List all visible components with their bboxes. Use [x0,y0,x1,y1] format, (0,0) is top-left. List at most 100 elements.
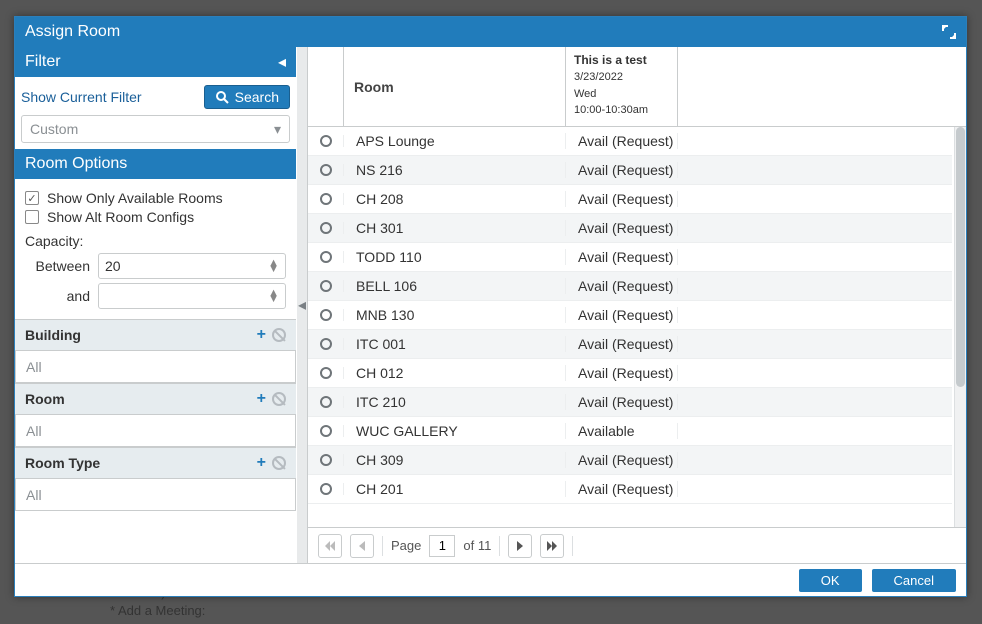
room-cell: CH 208 [344,191,566,207]
table-row[interactable]: APS LoungeAvail (Request) [308,127,952,156]
next-page-button[interactable] [508,534,532,558]
exclude-icon[interactable] [272,456,286,470]
room-cell: CH 012 [344,365,566,381]
modal-titlebar: Assign Room [15,17,966,47]
availability-cell: Avail (Request) [566,394,678,410]
row-radio[interactable] [308,425,344,437]
row-radio[interactable] [308,193,344,205]
page-number-input[interactable] [429,535,455,557]
room-column-header[interactable]: Room [344,47,566,126]
extra-column-header [678,47,966,126]
table-row[interactable]: CH 012Avail (Request) [308,359,952,388]
availability-cell: Avail (Request) [566,191,678,207]
row-radio[interactable] [308,135,344,147]
room-cell: NS 216 [344,162,566,178]
room-type-filter-input[interactable]: All [15,479,296,511]
show-only-available-label: Show Only Available Rooms [47,190,223,206]
capacity-min-input[interactable]: 20 ▲▼ [98,253,286,279]
prev-page-button[interactable] [350,534,374,558]
page-label: Page [391,538,421,553]
row-radio[interactable] [308,251,344,263]
collapse-left-icon[interactable]: ◂ [278,52,286,72]
table-row[interactable]: CH 309Avail (Request) [308,446,952,475]
scrollbar-thumb[interactable] [956,127,965,387]
table-row[interactable]: NS 216Avail (Request) [308,156,952,185]
meeting-column-header[interactable]: This is a test 3/23/2022 Wed 10:00-10:30… [566,47,678,126]
table-row[interactable]: CH 201Avail (Request) [308,475,952,504]
row-radio[interactable] [308,483,344,495]
add-icon[interactable]: + [257,326,266,344]
show-alt-configs-checkbox[interactable] [25,210,39,224]
spinner-icon[interactable]: ▲▼ [268,260,279,272]
spinner-icon[interactable]: ▲▼ [268,290,279,302]
room-filter-header[interactable]: Room + [15,383,296,415]
row-radio[interactable] [308,454,344,466]
modal-footer: OK Cancel [15,563,966,596]
table-row[interactable]: WUC GALLERYAvailable [308,417,952,446]
filter-panel: Filter ◂ Show Current Filter Search Cust… [15,47,297,563]
filter-header[interactable]: Filter ◂ [15,47,296,77]
table-row[interactable]: TODD 110Avail (Request) [308,243,952,272]
room-cell: WUC GALLERY [344,423,566,439]
row-radio[interactable] [308,164,344,176]
availability-cell: Available [566,423,678,439]
vertical-scrollbar[interactable] [954,127,966,527]
availability-cell: Avail (Request) [566,481,678,497]
add-icon[interactable]: + [257,454,266,472]
table-row[interactable]: ITC 210Avail (Request) [308,388,952,417]
last-page-button[interactable] [540,534,564,558]
add-icon[interactable]: + [257,390,266,408]
show-only-available-checkbox[interactable]: ✓ [25,191,39,205]
filter-preset-select[interactable]: Custom ▾ [21,115,290,143]
search-button[interactable]: Search [204,85,290,109]
availability-cell: Avail (Request) [566,278,678,294]
room-cell: TODD 110 [344,249,566,265]
room-cell: BELL 106 [344,278,566,294]
room-cell: ITC 210 [344,394,566,410]
room-filter-input[interactable]: All [15,415,296,447]
show-current-filter-link[interactable]: Show Current Filter [21,89,142,105]
between-label: Between [25,258,90,274]
table-row[interactable]: MNB 130Avail (Request) [308,301,952,330]
row-radio[interactable] [308,309,344,321]
availability-cell: Avail (Request) [566,452,678,468]
ok-button[interactable]: OK [799,569,862,592]
cancel-button[interactable]: Cancel [872,569,956,592]
room-options-header[interactable]: Room Options [15,149,296,179]
availability-cell: Avail (Request) [566,336,678,352]
availability-cell: Avail (Request) [566,162,678,178]
chevron-down-icon: ▾ [274,121,281,138]
room-cell: APS Lounge [344,133,566,149]
modal-title: Assign Room [25,23,120,41]
collapse-panel-handle[interactable]: ◂ [297,47,308,563]
building-filter-header[interactable]: Building + [15,319,296,351]
assign-room-modal: Assign Room Filter ◂ Show Current Filter… [14,16,967,597]
table-row[interactable]: ITC 001Avail (Request) [308,330,952,359]
and-label: and [25,288,90,304]
expand-icon[interactable] [942,25,956,39]
room-cell: MNB 130 [344,307,566,323]
table-row[interactable]: BELL 106Avail (Request) [308,272,952,301]
room-cell: CH 301 [344,220,566,236]
table-row[interactable]: CH 208Avail (Request) [308,185,952,214]
availability-cell: Avail (Request) [566,307,678,323]
table-row[interactable]: CH 301Avail (Request) [308,214,952,243]
row-radio[interactable] [308,367,344,379]
row-radio[interactable] [308,338,344,350]
grid-pager: Page of 11 [308,528,966,563]
capacity-max-input[interactable]: ▲▼ [98,283,286,309]
first-page-button[interactable] [318,534,342,558]
row-radio[interactable] [308,280,344,292]
room-grid-body: APS LoungeAvail (Request)NS 216Avail (Re… [308,127,952,527]
building-filter-input[interactable]: All [15,351,296,383]
page-total-label: of 11 [463,538,491,553]
room-cell: CH 201 [344,481,566,497]
exclude-icon[interactable] [272,392,286,406]
room-type-filter-header[interactable]: Room Type + [15,447,296,479]
exclude-icon[interactable] [272,328,286,342]
availability-cell: Avail (Request) [566,249,678,265]
select-column-header [308,47,344,126]
row-radio[interactable] [308,396,344,408]
row-radio[interactable] [308,222,344,234]
room-cell: ITC 001 [344,336,566,352]
